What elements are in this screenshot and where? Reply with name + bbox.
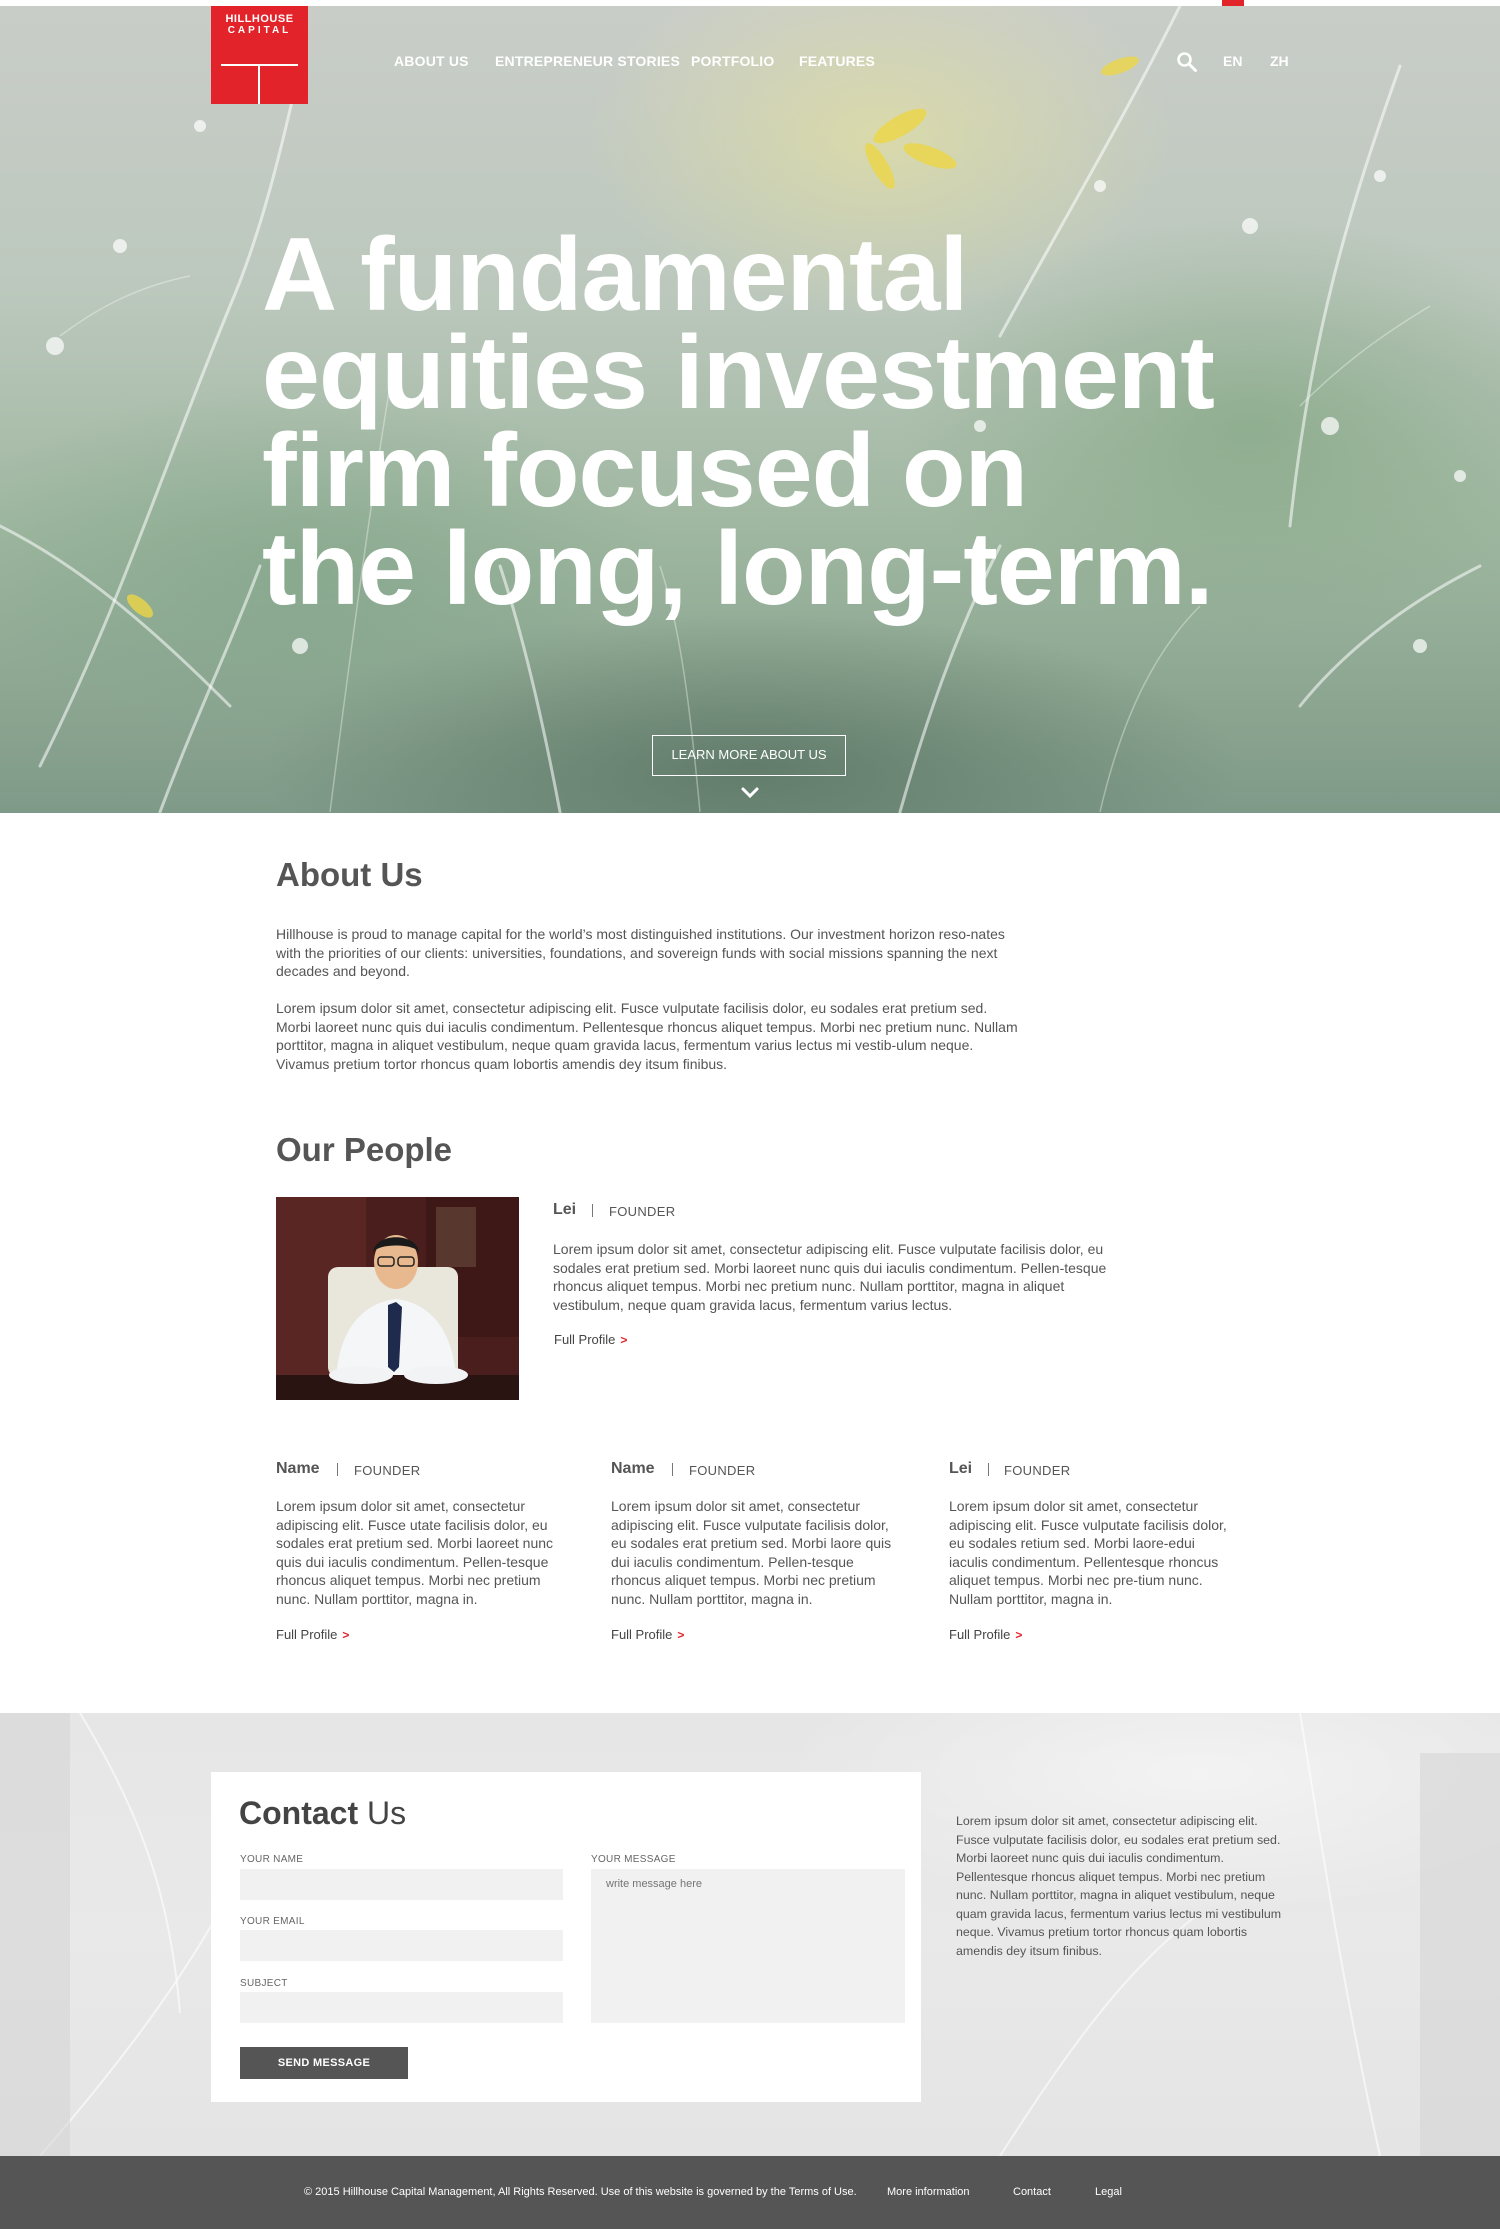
member-name: Name	[611, 1460, 655, 1477]
send-message-button[interactable]: SEND MESSAGE	[240, 2047, 408, 2079]
name-field[interactable]	[240, 1869, 563, 1900]
name-label: YOUR NAME	[240, 1854, 304, 1865]
nav-portfolio[interactable]: PORTFOLIO	[691, 53, 774, 69]
chevron-right-icon: >	[1015, 1628, 1023, 1642]
name-role-divider	[672, 1463, 673, 1476]
contact-side-text: Lorem ipsum dolor sit amet, consectetur …	[956, 1814, 1282, 1958]
full-profile-label: Full Profile	[611, 1627, 673, 1642]
subject-field[interactable]	[240, 1992, 563, 2023]
logo-line-2: CAPITAL	[227, 25, 292, 36]
about-paragraph-1: Hillhouse is proud to manage capital for…	[276, 926, 1005, 979]
member-role: FOUNDER	[1004, 1463, 1071, 1478]
featured-full-profile-link[interactable]: Full Profile >	[554, 1332, 627, 1347]
contact-title-bold: Contact	[239, 1795, 359, 1831]
subject-label: SUBJECT	[240, 1978, 288, 1989]
member-role: FOUNDER	[354, 1463, 421, 1478]
message-label: YOUR MESSAGE	[591, 1854, 676, 1865]
headline-line: firm focused on	[262, 413, 1028, 529]
headline-line: the long, long-term.	[262, 511, 1214, 627]
hero-section: HILLHOUSE CAPITAL ABOUT US ENTREPRENEUR …	[0, 6, 1500, 813]
search-icon[interactable]	[1176, 51, 1198, 73]
name-role-divider	[988, 1463, 989, 1476]
chevron-right-icon: >	[342, 1628, 350, 1642]
member-bio: Lorem ipsum dolor sit amet, consectetur …	[276, 1498, 554, 1607]
full-profile-label: Full Profile	[554, 1332, 616, 1347]
featured-person-name: Lei	[553, 1201, 577, 1218]
people-title: Our People	[276, 1131, 453, 1168]
main-nav: ABOUT US ENTREPRENEUR STORIES PORTFOLIO …	[0, 51, 1500, 73]
full-profile-label: Full Profile	[949, 1627, 1011, 1642]
featured-person-bio: Lorem ipsum dolor sit amet, consectetur …	[553, 1241, 1107, 1313]
member-full-profile-link[interactable]: Full Profile >	[611, 1627, 684, 1642]
member-name: Name	[276, 1460, 320, 1477]
footer-copyright: © 2015 Hillhouse Capital Management, All…	[304, 2186, 857, 2198]
learn-more-button[interactable]: LEARN MORE ABOUT US	[652, 735, 846, 776]
email-label: YOUR EMAIL	[240, 1916, 305, 1927]
contact-title: Contact Us	[239, 1795, 406, 1832]
founder-photo	[276, 1197, 519, 1400]
hero-headline: A fundamental equities investment firm f…	[262, 217, 1302, 627]
name-role-divider	[592, 1204, 593, 1217]
full-profile-label: Full Profile	[276, 1627, 338, 1642]
about-title: About Us	[276, 856, 423, 893]
featured-person-role: FOUNDER	[609, 1204, 676, 1219]
member-full-profile-link[interactable]: Full Profile >	[276, 1627, 349, 1642]
logo-line-1: HILLHOUSE	[225, 13, 294, 25]
lang-en[interactable]: EN	[1223, 53, 1242, 69]
nav-entrepreneur-stories[interactable]: ENTREPRENEUR STORIES	[495, 53, 680, 69]
headline-line: equities investment	[262, 315, 1215, 431]
about-paragraph-2: Lorem ipsum dolor sit amet, consectetur …	[276, 1000, 1018, 1072]
member-full-profile-link[interactable]: Full Profile >	[949, 1627, 1022, 1642]
lang-zh[interactable]: ZH	[1270, 53, 1289, 69]
message-field[interactable]	[591, 1869, 905, 2023]
footer-link-legal[interactable]: Legal	[1095, 2186, 1122, 2198]
nav-about-us[interactable]: ABOUT US	[394, 53, 469, 69]
footer: © 2015 Hillhouse Capital Management, All…	[0, 2156, 1500, 2229]
name-role-divider	[337, 1463, 338, 1476]
nav-features[interactable]: FEATURES	[799, 53, 875, 69]
top-accent-marker	[1222, 0, 1244, 6]
chevron-down-icon[interactable]	[740, 786, 760, 800]
email-field[interactable]	[240, 1930, 563, 1961]
member-bio: Lorem ipsum dolor sit amet, consectetur …	[611, 1498, 892, 1607]
contact-title-light: Us	[367, 1795, 407, 1831]
footer-link-contact[interactable]: Contact	[1013, 2186, 1051, 2198]
top-strip	[0, 0, 1500, 6]
member-name: Lei	[949, 1460, 973, 1477]
footer-link-more-information[interactable]: More information	[887, 2186, 970, 2198]
member-bio: Lorem ipsum dolor sit amet, consectetur …	[949, 1498, 1227, 1607]
headline-line: A fundamental	[262, 217, 968, 333]
chevron-right-icon: >	[677, 1628, 685, 1642]
member-role: FOUNDER	[689, 1463, 756, 1478]
chevron-right-icon: >	[620, 1333, 628, 1347]
